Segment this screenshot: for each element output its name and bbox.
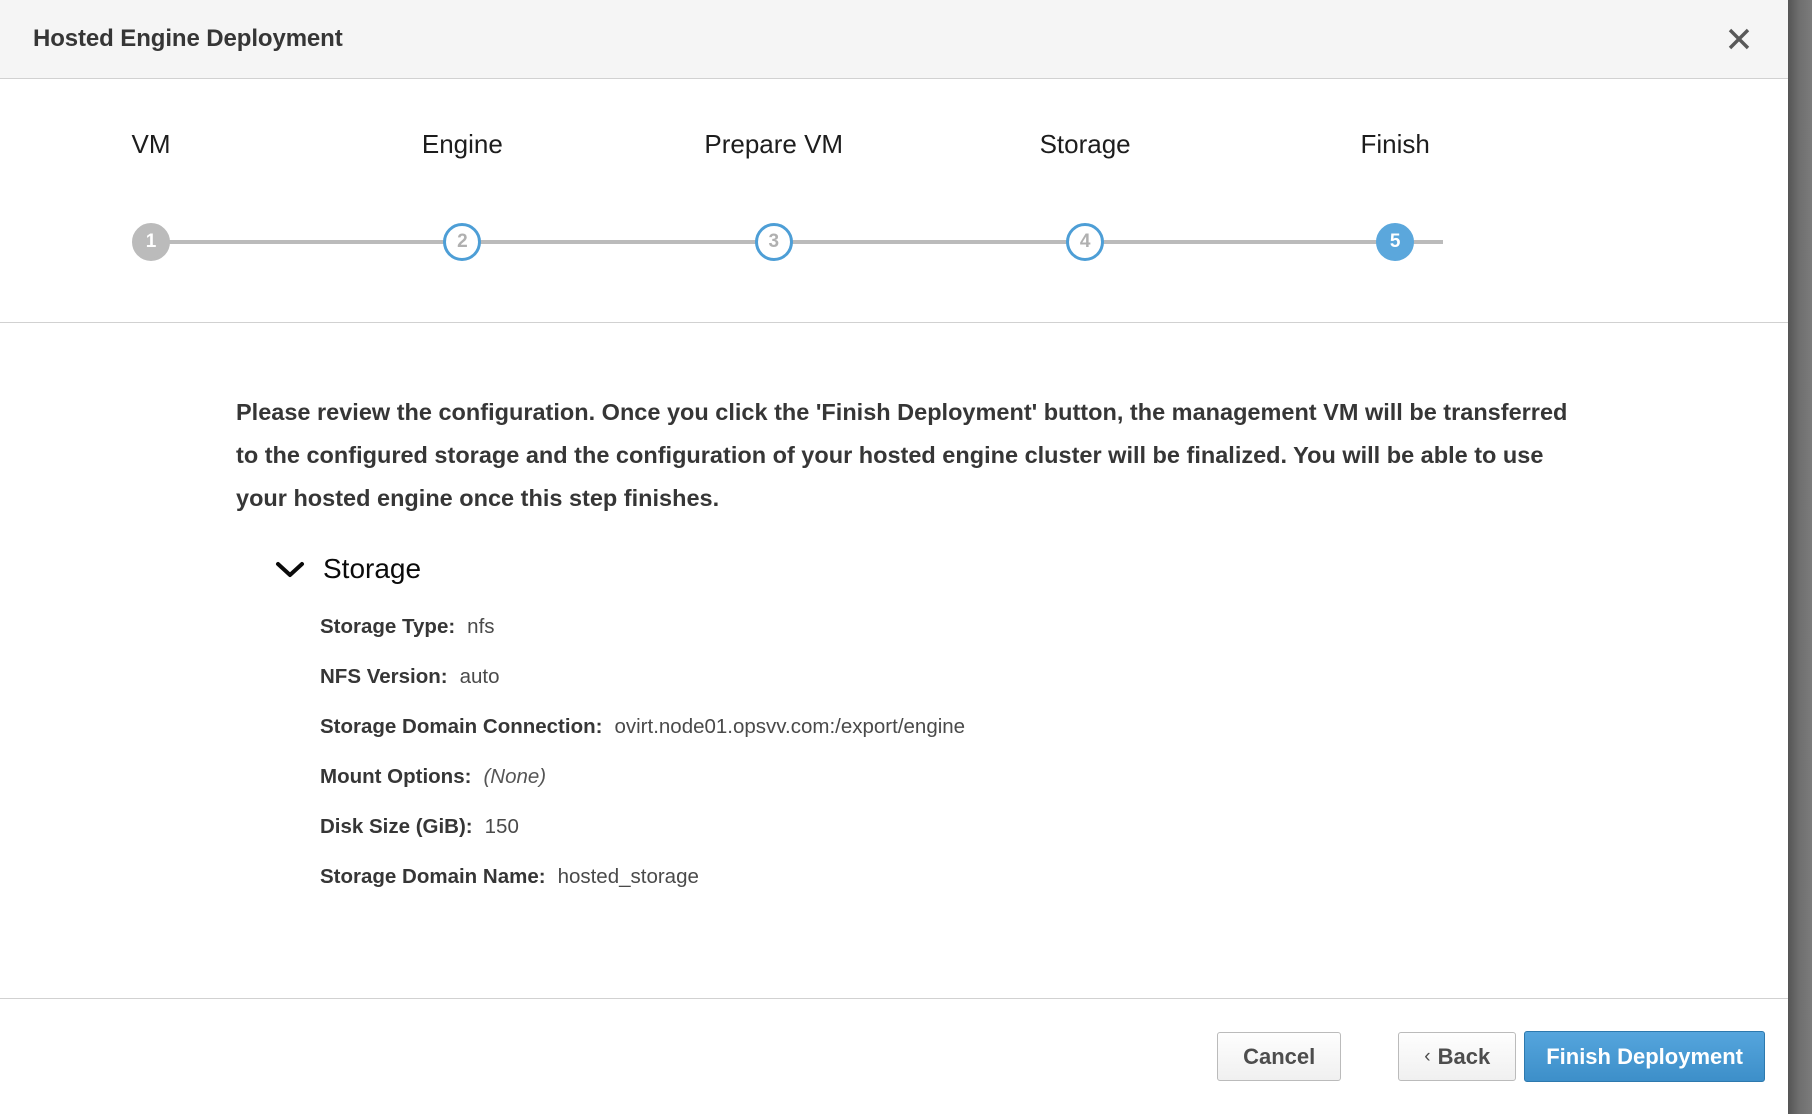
stepper-step-5-circle[interactable]: 5 — [1376, 223, 1415, 261]
detail-value: 150 — [484, 815, 519, 838]
stepper-step-4-label: Storage — [1039, 129, 1131, 159]
detail-label: Storage Type: — [320, 615, 456, 638]
cancel-button[interactable]: Cancel — [1217, 1032, 1342, 1081]
dialog-footer: Cancel ‹ Back Finish Deployment — [0, 998, 1788, 1114]
close-button[interactable] — [1718, 18, 1760, 60]
stepper-track — [151, 240, 1443, 244]
stepper-step-2-circle[interactable]: 2 — [443, 223, 482, 261]
detail-row: Mount Options: (None) — [320, 765, 1575, 815]
detail-label: Mount Options: — [320, 765, 472, 788]
storage-section-toggle[interactable]: Storage — [275, 549, 1575, 589]
stepper-step-5-label: Finish — [1360, 129, 1430, 159]
dialog-title: Hosted Engine Deployment — [33, 25, 343, 52]
detail-row: Storage Domain Name: hosted_storage — [320, 865, 1575, 915]
cancel-button-label: Cancel — [1243, 1043, 1316, 1069]
detail-value: hosted_storage — [557, 865, 699, 888]
stepper-step-4-circle[interactable]: 4 — [1066, 223, 1105, 261]
chevron-down-icon — [275, 560, 305, 579]
detail-label: NFS Version: — [320, 665, 448, 688]
detail-value: (None) — [483, 765, 547, 788]
stepper-step-3-label: Prepare VM — [704, 129, 844, 159]
hosted-engine-deployment-dialog: Hosted Engine Deployment VM 1 Engine 2 P… — [0, 0, 1788, 1114]
detail-row: Storage Domain Connection: ovirt.node01.… — [320, 715, 1575, 765]
page-scrollbar-thumb[interactable] — [1788, 0, 1812, 1114]
detail-value: ovirt.node01.opsvv.com:/export/engine — [614, 715, 966, 738]
back-button[interactable]: ‹ Back — [1398, 1032, 1517, 1081]
dialog-body: Please review the configuration. Once yo… — [0, 323, 1788, 998]
review-instructions: Please review the configuration. Once yo… — [236, 399, 1568, 511]
storage-detail-list: Storage Type: nfs NFS Version: auto Stor… — [320, 615, 1575, 915]
chevron-left-icon: ‹ — [1424, 1045, 1431, 1067]
detail-label: Disk Size (GiB): — [320, 815, 473, 838]
stepper-step-1-label: VM — [131, 129, 171, 159]
storage-section-title: Storage — [323, 553, 422, 584]
stepper-step-3-circle[interactable]: 3 — [754, 223, 793, 261]
finish-deployment-button-label: Finish Deployment — [1546, 1043, 1743, 1069]
detail-row: Storage Type: nfs — [320, 615, 1575, 665]
detail-value: auto — [459, 665, 500, 688]
finish-deployment-button[interactable]: Finish Deployment — [1524, 1031, 1765, 1082]
stepper-step-2-label: Engine — [421, 129, 503, 159]
detail-label: Storage Domain Name: — [320, 865, 546, 888]
detail-row: Disk Size (GiB): 150 — [320, 815, 1575, 865]
dialog-header: Hosted Engine Deployment — [0, 0, 1788, 79]
page-scrollbar[interactable] — [1788, 0, 1812, 1114]
back-button-label: Back — [1437, 1043, 1491, 1069]
storage-summary-section: Storage Storage Type: nfs NFS Version: a… — [275, 549, 1575, 915]
close-icon — [1726, 26, 1752, 52]
stepper-step-1-circle[interactable]: 1 — [132, 223, 170, 261]
detail-value: nfs — [467, 615, 495, 638]
detail-label: Storage Domain Connection: — [320, 715, 603, 738]
wizard-stepper: VM 1 Engine 2 Prepare VM 3 Storage 4 Fin… — [0, 79, 1788, 323]
detail-row: NFS Version: auto — [320, 665, 1575, 715]
